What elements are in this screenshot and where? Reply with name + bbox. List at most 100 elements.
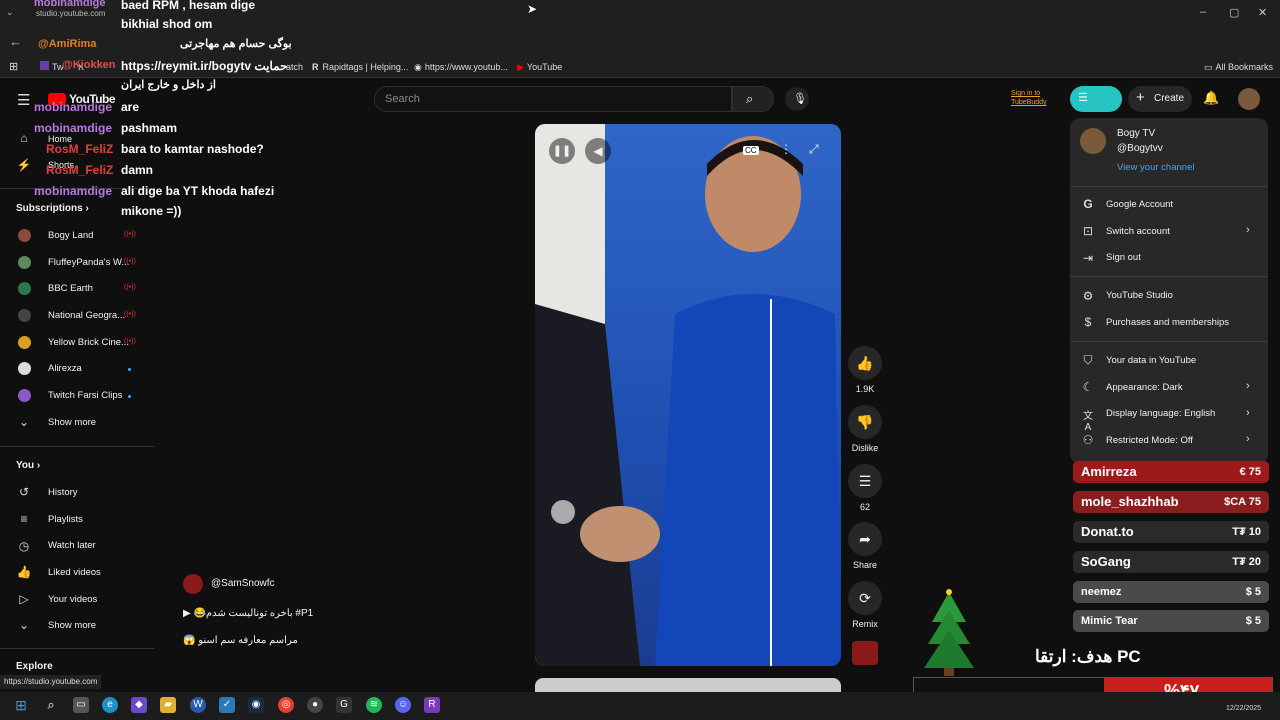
sidebar-item-watch-later[interactable]: Watch later [48,540,96,551]
chat-message: are [121,100,140,114]
you-heading[interactable]: You › [16,460,40,471]
word-icon[interactable]: W [190,697,206,713]
bookmark-item[interactable]: atch [286,56,303,78]
steam-icon[interactable]: ◉ [248,697,264,713]
bookmark-item[interactable]: ▶ YouTube [517,56,562,78]
search-icon[interactable]: ⌕ [43,697,59,713]
new-content-dot [128,368,131,371]
tubebuddy-icon: ☰ [1078,92,1088,104]
more-options-icon[interactable]: ⋮ [780,142,792,156]
remix-button[interactable]: ⟳ Remix [846,581,884,629]
sidebar-item-subscription[interactable]: National Geogra... [48,310,125,321]
account-avatar[interactable] [1238,88,1260,110]
spotify-icon[interactable]: ≋ [366,697,382,713]
sidebar-item-playlists[interactable]: Playlists [48,514,83,525]
menu-item-purchases[interactable]: Purchases and memberships [1106,317,1229,328]
sign-out-icon: ⇥ [1082,251,1094,265]
sidebar-item-subscription[interactable]: Alirexza [48,363,82,374]
home-icon[interactable]: ⌂ [16,131,32,145]
comments-button[interactable]: ☰ 62 [846,464,884,512]
sidebar-item-subscription[interactable]: Bogy Land [48,230,93,241]
tubebuddy-button[interactable]: ☰ [1070,86,1122,112]
back-icon[interactable]: ← [9,34,22,49]
live-icon: ((•)) [124,258,136,265]
discord-icon[interactable]: ☺ [395,697,411,713]
volume-icon[interactable]: ◀ [585,138,611,164]
r-app-icon[interactable]: R [424,697,440,713]
task-view-icon[interactable]: ▭ [73,697,89,713]
edge-icon[interactable]: e [102,697,118,713]
tubebuddy-signin-link[interactable]: Sign in to TubeBuddy [1011,89,1067,107]
sidebar-item-subscription[interactable]: BBC Earth [48,283,93,294]
menu-item-display-language[interactable]: Display language: English [1106,408,1215,419]
menu-item-google-account[interactable]: Google Account [1106,199,1173,210]
sidebar-item-history[interactable]: History [48,487,78,498]
menu-avatar [1080,128,1106,154]
show-more-you[interactable]: Show more [48,620,96,631]
next-short-preview[interactable] [535,678,841,692]
hamburger-menu-icon[interactable]: ☰ [17,91,30,109]
chevron-right-icon: › [1246,407,1250,419]
sidebar-item-liked-videos[interactable]: Liked videos [48,567,101,578]
live-icon: ((•)) [124,284,136,291]
thumbs-up-icon: 👍 [848,346,882,380]
view-channel-link[interactable]: View your channel [1117,162,1194,173]
menu-item-sign-out[interactable]: Sign out [1106,252,1141,263]
notifications-bell-icon[interactable]: 🔔 [1203,90,1219,106]
donation-row: Mimic Tear $ 5 [1073,610,1269,632]
bookmark-item[interactable]: Tw [40,56,64,78]
menu-item-your-data[interactable]: Your data in YouTube [1106,355,1196,366]
sidebar-item-subscription[interactable]: Yellow Brick Cine... [48,337,129,348]
minimize-icon[interactable]: – [1200,6,1206,18]
short-channel-name[interactable]: @SamSnowfc [211,578,275,589]
file-explorer-icon[interactable]: ▰ [160,697,176,713]
bookmark-item[interactable]: ◉ https://www.youtub... [414,56,508,78]
search-button[interactable]: ⌕ [732,86,774,112]
sidebar-item-subscription[interactable]: FluffeyPanda's W... [48,257,129,268]
chat-username: @Kiokken [62,59,116,71]
show-more-subscriptions[interactable]: Show more [48,417,96,428]
voice-search-button[interactable]: 🎙 [785,87,809,111]
mic-icon: 🎙 [793,93,807,105]
apps-grid-icon[interactable]: ⊞ [9,56,18,78]
sound-thumbnail[interactable] [852,641,878,665]
create-button[interactable]: + Create [1128,86,1192,112]
chevron-down-icon: ⌄ [18,618,30,632]
chat-username: mobinamdige [34,0,106,9]
copilot-icon[interactable]: ◆ [131,697,147,713]
menu-item-youtube-studio[interactable]: YouTube Studio [1106,290,1173,301]
vscode-icon[interactable]: ✓ [219,697,235,713]
menu-item-appearance[interactable]: Appearance: Dark [1106,382,1183,393]
bookmark-item[interactable]: R Rapidtags | Helping... [312,56,408,78]
explore-heading[interactable]: Explore [16,661,53,672]
all-bookmarks[interactable]: ▭ All Bookmarks [1204,56,1273,78]
close-icon[interactable]: ✕ [1258,6,1267,19]
captions-button[interactable]: CC [743,146,759,155]
sidebar-item-your-videos[interactable]: Your videos [48,594,97,605]
chat-message: از داخل و خارج ایران [121,79,216,91]
donation-row: Amirreza € 75 [1073,461,1269,483]
shorts-icon[interactable]: ⚡ [16,158,32,172]
left-person-suit [535,304,640,666]
share-button[interactable]: ➦ Share [846,522,884,570]
search-input[interactable] [374,86,732,112]
pause-icon[interactable]: ❚❚ [549,138,575,164]
dislike-button[interactable]: 👎 Dislike [846,405,884,453]
new-content-dot [128,395,131,398]
short-title[interactable]: ▶ 😂باخره تونالیست شدم #P1 [183,608,313,619]
fullscreen-icon[interactable]: ⤢ [809,142,819,157]
tab-url-hint[interactable]: studio.youtube.com [36,9,105,18]
chrome-icon[interactable]: ◎ [278,697,294,713]
obs-icon[interactable]: ● [307,697,323,713]
tab-list-icon[interactable]: ⌄ [6,7,14,18]
app-icon[interactable]: G [336,697,352,713]
channel-avatar[interactable] [183,574,203,594]
sidebar-item-subscription[interactable]: Twitch Farsi Clips [48,390,122,401]
short-video-player[interactable]: ❚❚ ◀ CC ⋮ ⤢ [535,124,841,666]
subscriptions-heading[interactable]: Subscriptions › [16,203,89,214]
menu-item-switch-account[interactable]: Switch account [1106,226,1170,237]
maximize-icon[interactable]: ▢ [1229,6,1239,19]
like-button[interactable]: 👍 1.9K [846,346,884,394]
menu-item-restricted-mode[interactable]: Restricted Mode: Off [1106,435,1193,446]
windows-start-icon[interactable]: ⊞ [13,697,29,713]
